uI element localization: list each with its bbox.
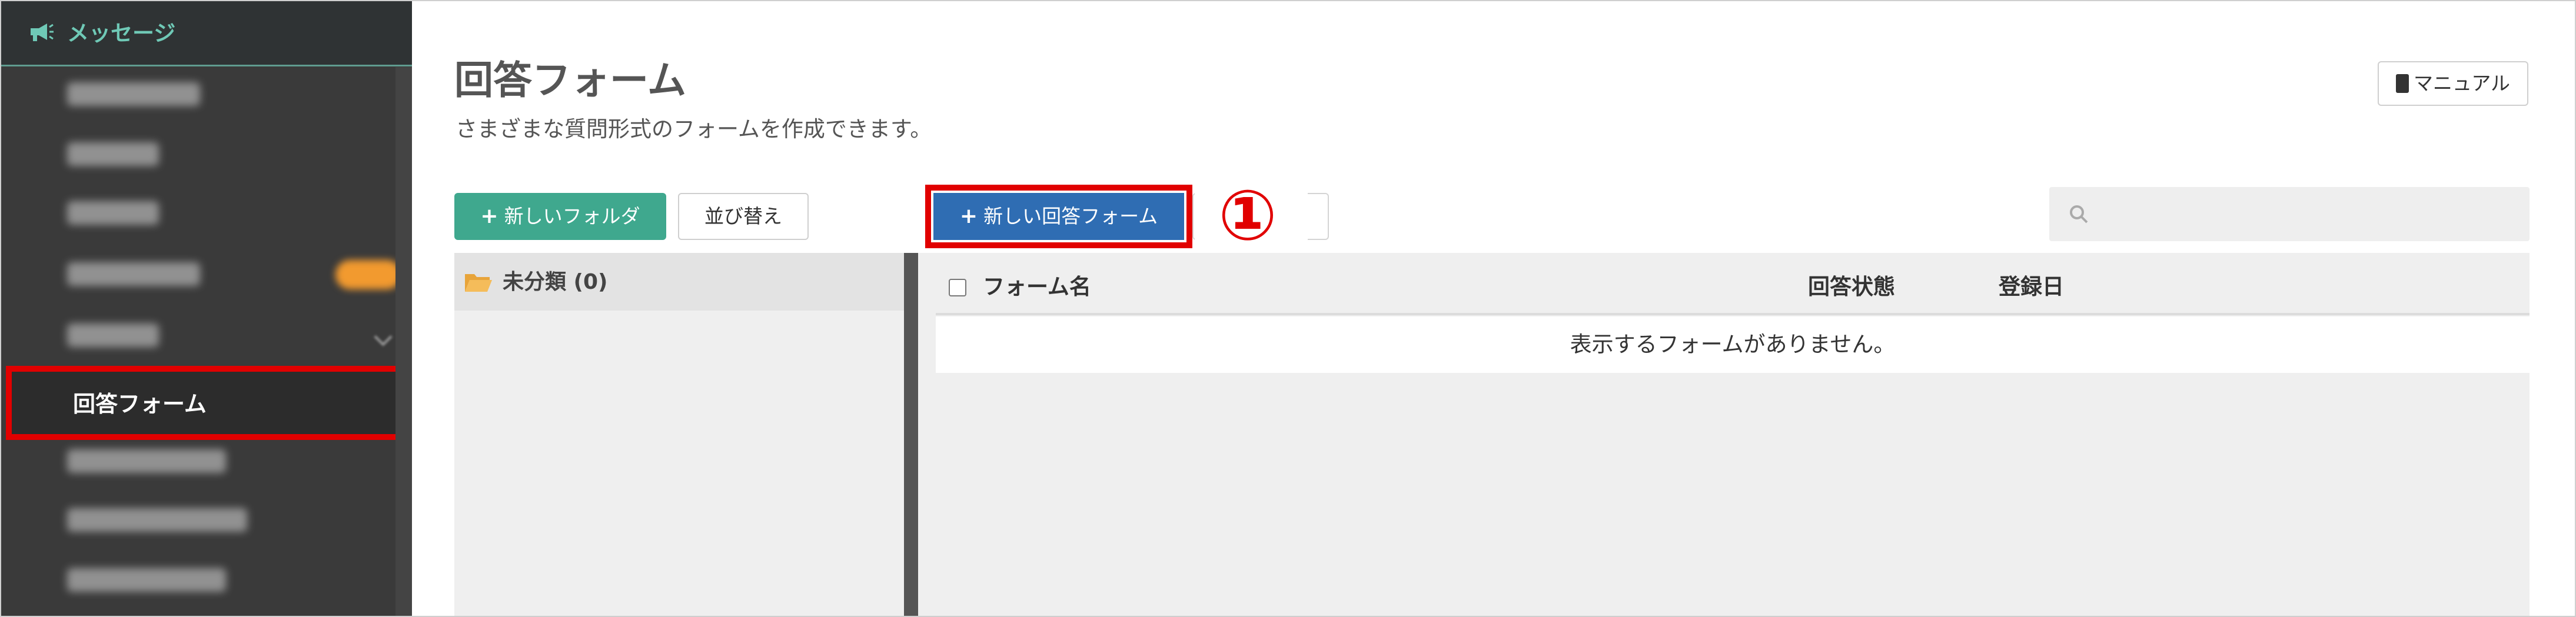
sidebar-scrollbar[interactable] <box>395 67 412 616</box>
folder-open-icon <box>465 274 492 292</box>
panel-divider[interactable] <box>904 253 918 616</box>
new-folder-label: 新しいフォルダ <box>504 205 640 228</box>
empty-message: 表示するフォームがありません。 <box>936 316 2530 373</box>
folder-item[interactable]: 未分類 (0) <box>454 253 908 311</box>
manual-button-label: マニュアル <box>2413 72 2510 95</box>
folder-panel: 未分類 (0) <box>454 253 908 616</box>
column-header-date[interactable]: 登録日 <box>1999 271 2064 304</box>
sort-button[interactable]: 並び替え <box>678 193 809 240</box>
sidebar-item-blurred-3[interactable] <box>1 186 390 240</box>
sidebar-item-blurred-8[interactable] <box>1 493 390 547</box>
sidebar-item-label: 回答フォーム <box>73 391 207 417</box>
sidebar: メッセージ 回答フォーム <box>1 1 412 616</box>
new-answer-form-label: 新しい回答フォーム <box>983 205 1158 228</box>
form-table: フォーム名 回答状態 登録日 表示するフォームがありません。 <box>918 253 2530 616</box>
book-icon <box>2395 74 2409 93</box>
select-all-checkbox[interactable] <box>949 279 966 296</box>
new-folder-button[interactable]: + 新しいフォルダ <box>454 193 666 240</box>
plus-icon: + <box>959 204 978 228</box>
manual-button[interactable]: マニュアル <box>2378 61 2528 106</box>
sidebar-item-answer-form[interactable]: 回答フォーム <box>6 366 410 440</box>
column-header-status[interactable]: 回答状態 <box>1808 271 1895 304</box>
sidebar-item-blurred-5[interactable] <box>1 308 393 362</box>
sidebar-section-header[interactable]: メッセージ <box>1 1 412 66</box>
sidebar-item-blurred-7[interactable] <box>1 434 390 488</box>
step-marker: ① <box>1218 175 1277 256</box>
sidebar-item-blurred-9[interactable] <box>1 553 390 607</box>
table-header: フォーム名 回答状態 登録日 <box>936 261 2530 315</box>
sidebar-item-blurred-2[interactable] <box>1 127 390 181</box>
search-input[interactable] <box>2049 187 2530 241</box>
sidebar-new-badge <box>335 260 401 289</box>
page-title: 回答フォーム <box>454 58 687 103</box>
new-answer-form-button[interactable]: + 新しい回答フォーム <box>933 193 1184 240</box>
plus-icon: + <box>480 204 498 228</box>
megaphone-icon <box>31 24 54 41</box>
main-content: 回答フォーム さまざまな質問形式のフォームを作成できます。 マニュアル + 新しい… <box>412 1 2575 616</box>
sidebar-item-blurred-1[interactable] <box>1 67 390 121</box>
sidebar-section-label: メッセージ <box>67 21 176 46</box>
page-subtitle: さまざまな質問形式のフォームを作成できます。 <box>456 116 932 142</box>
column-header-name[interactable]: フォーム名 <box>983 271 1091 304</box>
sidebar-item-blurred-4[interactable] <box>1 247 401 301</box>
folder-label: 未分類 (0) <box>503 270 608 294</box>
search-icon <box>2070 205 2088 224</box>
chevron-down-icon <box>374 328 393 346</box>
